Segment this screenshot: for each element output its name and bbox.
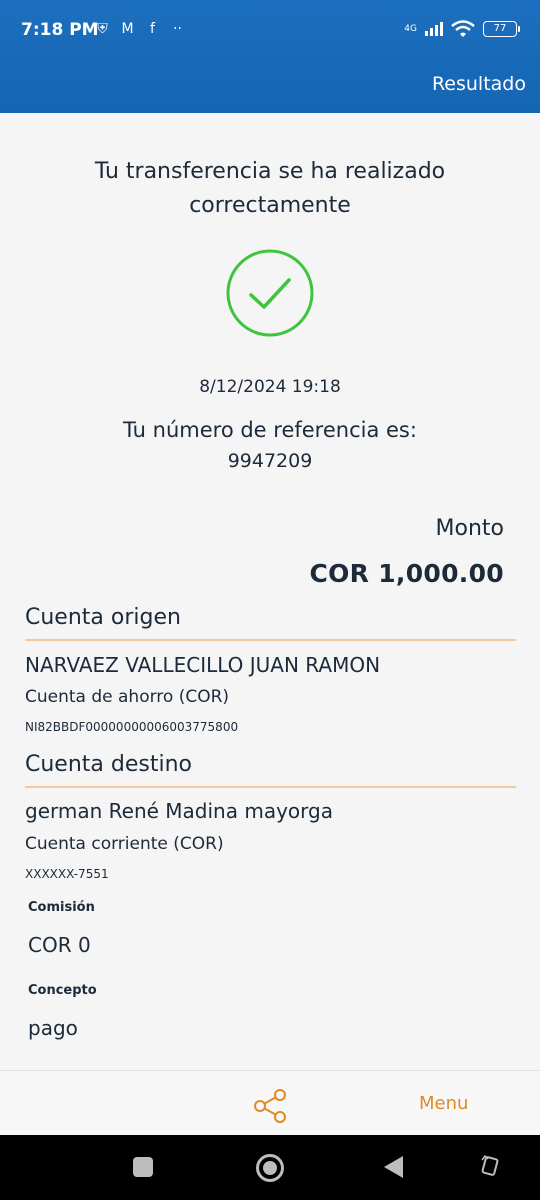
share-icon[interactable] (253, 1088, 289, 1124)
success-check-icon (226, 249, 314, 337)
commission-label: Comisión (28, 900, 95, 915)
system-icons: 4G 77 (404, 20, 520, 38)
page-title: Resultado (431, 73, 526, 95)
reference-number: 9947209 (227, 450, 313, 472)
facebook-notification-icon: f (150, 21, 155, 37)
amount-value: COR 1,000.00 (309, 559, 504, 588)
recent-apps-button[interactable] (133, 1157, 153, 1177)
notification-icons: ⛨ M f ·· (94, 21, 186, 37)
destination-section-title: Cuenta destino (25, 752, 192, 777)
transaction-date: 8/12/2024 19:18 (199, 377, 341, 397)
destination-divider (25, 786, 516, 788)
commission-value: COR 0 (28, 933, 91, 957)
status-time: 7:18 PM (21, 20, 99, 40)
system-navigation-bar (0, 1135, 540, 1200)
status-bar: 7:18 PM ⛨ M f ·· 4G 77 (0, 0, 540, 64)
origin-account-number: NI82BBDF00000000006003775800 (25, 720, 239, 734)
bottom-action-bar: Menu (0, 1070, 540, 1135)
more-notifications-icon: ·· (173, 21, 182, 37)
shield-notification-icon: ⛨ (97, 21, 108, 37)
network-type-label: 4G (404, 23, 417, 34)
back-button[interactable] (384, 1156, 403, 1178)
battery-level: 77 (493, 23, 507, 34)
destination-account-number: XXXXXX-7551 (25, 867, 109, 881)
concept-label: Concepto (28, 983, 97, 998)
origin-account-holder: NARVAEZ VALLECILLO JUAN RAMON (25, 653, 381, 677)
mail-notification-icon: M (121, 21, 134, 37)
reference-label: Tu número de referencia es: (123, 418, 417, 442)
origin-section-title: Cuenta origen (25, 605, 181, 630)
destination-account-type: Cuenta corriente (COR) (25, 834, 224, 854)
battery-icon: 77 (483, 21, 520, 37)
app-header: 7:18 PM ⛨ M f ·· 4G 77 Resultado (0, 0, 540, 113)
origin-divider (25, 639, 516, 641)
concept-value: pago (28, 1016, 78, 1040)
destination-account-holder: german René Madina mayorga (25, 799, 333, 823)
rotate-screen-icon[interactable] (480, 1154, 500, 1178)
signal-icon (425, 22, 443, 36)
origin-account-type: Cuenta de ahorro (COR) (25, 687, 230, 707)
wifi-icon (451, 20, 475, 37)
success-message: Tu transferencia se ha realizado correct… (94, 159, 446, 218)
home-button[interactable] (256, 1154, 284, 1182)
menu-button[interactable]: Menu (419, 1093, 468, 1114)
amount-label: Monto (435, 516, 504, 541)
